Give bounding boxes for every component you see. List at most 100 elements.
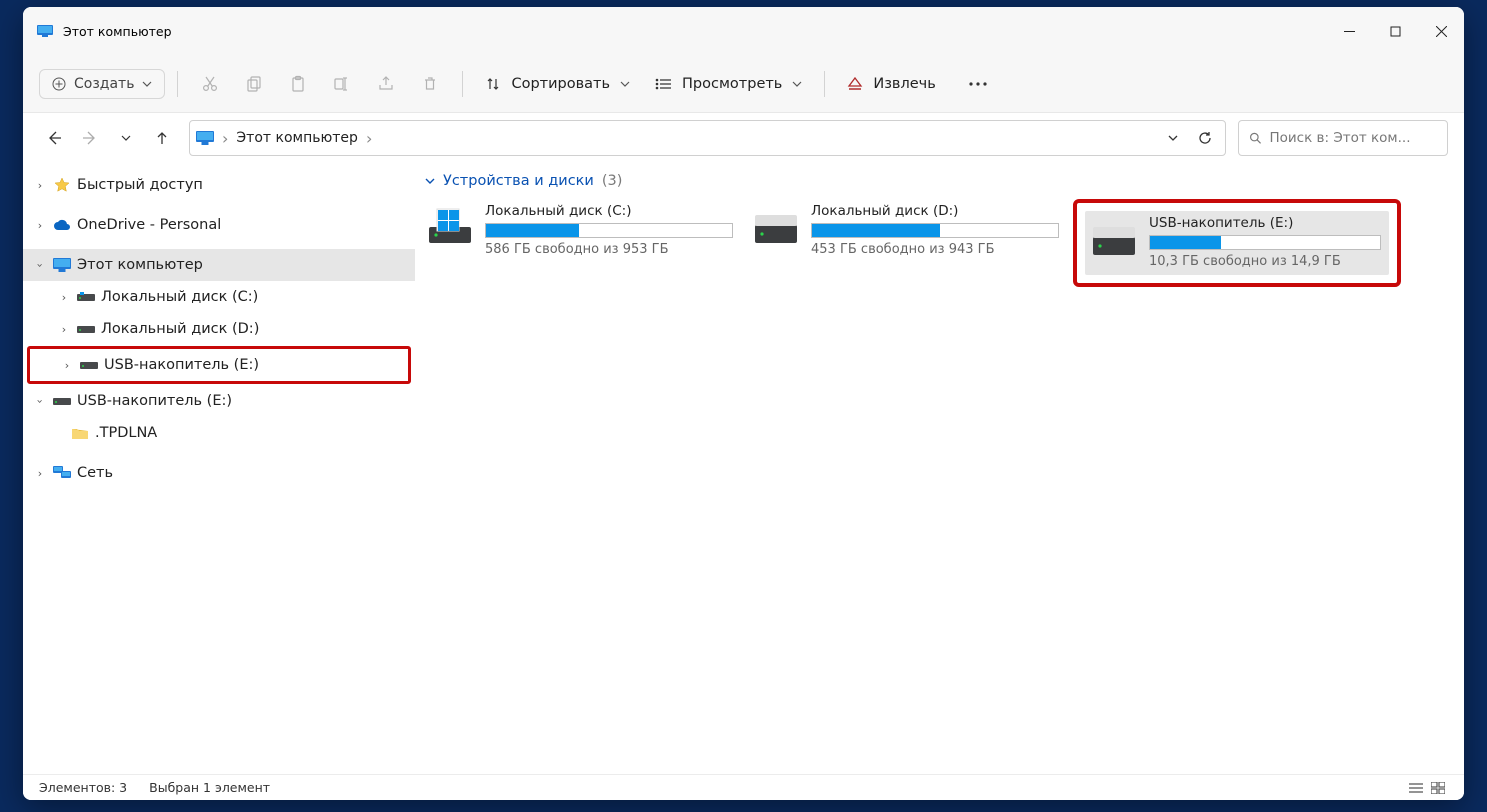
minimize-button[interactable] xyxy=(1326,7,1372,55)
status-bar: Элементов: 3 Выбран 1 элемент xyxy=(23,774,1464,800)
list-icon xyxy=(1409,782,1423,794)
sidebar-item-label: USB-накопитель (E:) xyxy=(104,357,259,373)
navigation-pane: › Быстрый доступ › OneDrive - Personal ›… xyxy=(23,163,415,774)
sidebar-item-label: .TPDLNA xyxy=(95,425,157,441)
drive-system-icon xyxy=(427,205,473,251)
chevron-right-icon[interactable]: › xyxy=(57,323,71,336)
sidebar-item-usb-e-expanded[interactable]: › USB-накопитель (E:) xyxy=(23,385,415,417)
chevron-down-icon xyxy=(620,79,630,89)
separator xyxy=(462,71,463,97)
drive-free-text: 453 ГБ свободно из 943 ГБ xyxy=(811,242,1059,257)
sidebar-item-label: Сеть xyxy=(77,465,113,481)
network-icon xyxy=(53,466,71,480)
sidebar-item-tpdlna[interactable]: .TPDLNA xyxy=(23,417,415,449)
rename-button[interactable] xyxy=(322,64,362,104)
separator xyxy=(824,71,825,97)
sort-label: Сортировать xyxy=(511,76,610,92)
chevron-down-icon xyxy=(121,133,131,143)
drive-usage-bar xyxy=(1149,235,1381,250)
group-count: (3) xyxy=(602,173,623,189)
drive-free-text: 586 ГБ свободно из 953 ГБ xyxy=(485,242,733,257)
drive-free-text: 10,3 ГБ свободно из 14,9 ГБ xyxy=(1149,254,1381,269)
search-icon xyxy=(1249,131,1261,145)
address-bar[interactable]: › Этот компьютер › xyxy=(189,120,1226,156)
chevron-right-icon[interactable]: › xyxy=(33,179,47,192)
drive-icon xyxy=(753,205,799,251)
sidebar-item-this-pc[interactable]: › Этот компьютер xyxy=(23,249,415,281)
details-view-button[interactable] xyxy=(1406,780,1426,796)
drive-name: Локальный диск (C:) xyxy=(485,203,733,219)
folder-icon xyxy=(71,427,89,440)
maximize-button[interactable] xyxy=(1372,7,1418,55)
highlight-frame: USB-накопитель (E:) 10,3 ГБ свободно из … xyxy=(1073,199,1401,287)
eject-icon xyxy=(847,76,863,92)
sidebar-item-disk-d[interactable]: › Локальный диск (D:) xyxy=(23,313,415,345)
sidebar-item-usb-e[interactable]: › USB-накопитель (E:) xyxy=(30,349,408,381)
delete-button[interactable] xyxy=(410,64,450,104)
drive-item-e[interactable]: USB-накопитель (E:) 10,3 ГБ свободно из … xyxy=(1085,211,1389,275)
drive-icon xyxy=(80,360,98,370)
chevron-down-icon[interactable]: › xyxy=(34,394,47,408)
location-icon xyxy=(196,131,214,145)
sidebar-item-label: Этот компьютер xyxy=(77,257,203,273)
address-row: › Этот компьютер › xyxy=(23,113,1464,163)
toolbar: Создать Сортировать Просмотреть Извлечь xyxy=(23,55,1464,113)
sidebar-item-quick-access[interactable]: › Быстрый доступ xyxy=(23,169,415,201)
copy-button[interactable] xyxy=(234,64,274,104)
app-icon xyxy=(37,25,53,37)
sidebar-item-disk-c[interactable]: › Локальный диск (C:) xyxy=(23,281,415,313)
recent-button[interactable] xyxy=(111,123,141,153)
back-button[interactable] xyxy=(39,123,69,153)
drive-item-d[interactable]: Локальный диск (D:) 453 ГБ свободно из 9… xyxy=(747,199,1067,263)
share-button[interactable] xyxy=(366,64,406,104)
address-history-button[interactable] xyxy=(1163,128,1183,148)
refresh-button[interactable] xyxy=(1191,124,1219,152)
eject-button[interactable]: Извлечь xyxy=(837,70,945,98)
drive-usage-bar xyxy=(485,223,733,238)
chevron-right-icon[interactable]: › xyxy=(33,219,47,232)
star-icon xyxy=(53,177,71,193)
forward-button[interactable] xyxy=(75,123,105,153)
grid-icon xyxy=(1431,782,1445,794)
sidebar-item-onedrive[interactable]: › OneDrive - Personal xyxy=(23,209,415,241)
drive-name: USB-накопитель (E:) xyxy=(1149,215,1381,231)
sidebar-item-network[interactable]: › Сеть xyxy=(23,457,415,489)
status-item-count: Элементов: 3 xyxy=(39,780,127,795)
close-button[interactable] xyxy=(1418,7,1464,55)
drive-icon xyxy=(53,396,71,406)
drive-name: Локальный диск (D:) xyxy=(811,203,1059,219)
search-input[interactable] xyxy=(1269,130,1437,146)
group-header-devices[interactable]: Устройства и диски (3) xyxy=(425,173,1448,189)
chevron-down-icon xyxy=(792,79,802,89)
more-button[interactable] xyxy=(958,64,998,104)
cut-button[interactable] xyxy=(190,64,230,104)
chevron-right-icon[interactable]: › xyxy=(33,467,47,480)
up-button[interactable] xyxy=(147,123,177,153)
new-label: Создать xyxy=(74,76,134,92)
sidebar-item-label: OneDrive - Personal xyxy=(77,217,221,233)
drive-item-c[interactable]: Локальный диск (C:) 586 ГБ свободно из 9… xyxy=(421,199,741,263)
breadcrumb-separator-icon: › xyxy=(222,129,228,148)
status-selection: Выбран 1 элемент xyxy=(149,780,270,795)
paste-button[interactable] xyxy=(278,64,318,104)
new-button[interactable]: Создать xyxy=(39,69,165,99)
drive-icon xyxy=(77,324,95,334)
titlebar: Этот компьютер xyxy=(23,7,1464,55)
window-title: Этот компьютер xyxy=(63,24,172,39)
sort-button[interactable]: Сортировать xyxy=(475,70,640,98)
eject-label: Извлечь xyxy=(873,76,935,92)
breadcrumb[interactable]: Этот компьютер xyxy=(236,130,358,146)
sidebar-item-label: Быстрый доступ xyxy=(77,177,203,193)
tiles-view-button[interactable] xyxy=(1428,780,1448,796)
view-label: Просмотреть xyxy=(682,76,782,92)
chevron-right-icon[interactable]: › xyxy=(60,359,74,372)
sidebar-item-label: Локальный диск (D:) xyxy=(101,321,259,337)
chevron-right-icon[interactable]: › xyxy=(57,291,71,304)
chevron-down-icon[interactable]: › xyxy=(34,258,47,272)
chevron-down-icon xyxy=(142,79,152,89)
sidebar-item-label: Локальный диск (C:) xyxy=(101,289,258,305)
sidebar-item-label: USB-накопитель (E:) xyxy=(77,393,232,409)
search-box[interactable] xyxy=(1238,120,1448,156)
cloud-icon xyxy=(53,219,71,231)
view-button[interactable]: Просмотреть xyxy=(644,70,812,98)
